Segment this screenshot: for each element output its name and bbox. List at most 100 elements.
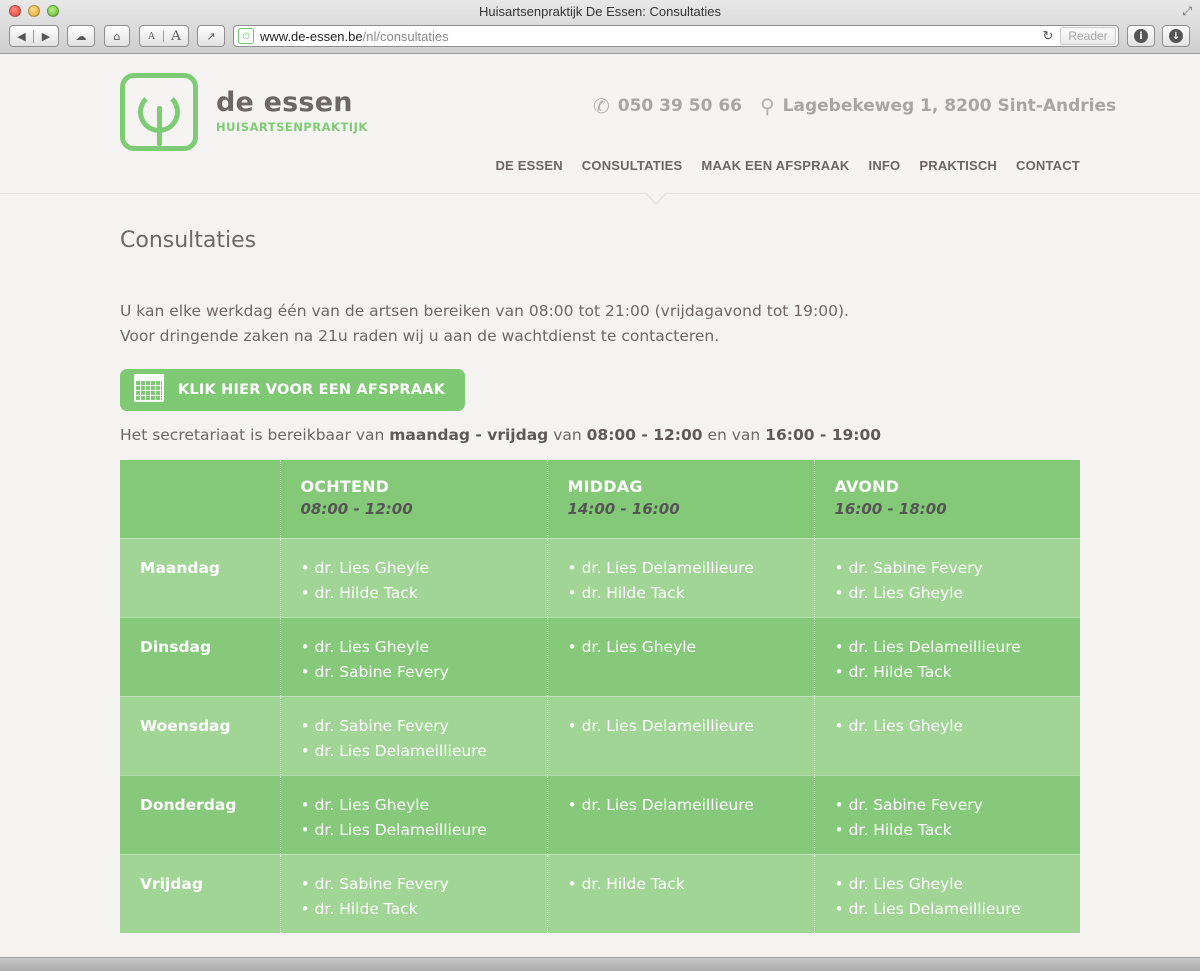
doctor-slot-cell: dr. Lies Gheyledr. Lies Delameillieure — [279, 774, 547, 854]
doctor-slot-cell: dr. Lies Delameillieuredr. Hilde Tack — [546, 537, 814, 617]
schedule-corner-cell — [120, 460, 280, 538]
doctor-name: dr. Lies Gheyle — [301, 635, 527, 660]
table-row: Maandagdr. Lies Gheyledr. Hilde Tackdr. … — [120, 537, 1080, 617]
calendar-icon — [134, 374, 164, 402]
day-name-cell: Donderdag — [120, 774, 280, 854]
nav-de-essen[interactable]: DE ESSEN — [495, 158, 562, 173]
window-title: Huisartsenpraktijk De Essen: Consultatie… — [478, 4, 722, 19]
share-button[interactable]: ↗ — [197, 25, 225, 47]
logo-name: de essen — [216, 87, 353, 118]
doctor-name: dr. Lies Delameillieure — [568, 556, 794, 581]
schedule-body: Maandagdr. Lies Gheyledr. Hilde Tackdr. … — [120, 537, 1080, 933]
doctor-slot-cell: dr. Lies Gheyledr. Lies Delameillieure — [813, 853, 1080, 933]
browser-toolbar: Huisartsenpraktijk De Essen: Consultatie… — [0, 0, 1200, 54]
doctor-slot-cell: dr. Sabine Feverydr. Lies Delameillieure — [279, 695, 547, 775]
slot-name: MIDDAG — [567, 477, 643, 496]
info-button[interactable]: i — [1127, 25, 1155, 47]
doctor-slot-cell: dr. Lies Gheyle — [546, 616, 814, 696]
cloud-icon: ☁ — [75, 29, 87, 43]
text-size-buttons: A A — [139, 25, 189, 47]
site-logo[interactable]: de essen HUISARTSENPRAKTIJK — [120, 73, 368, 151]
text-smaller-button[interactable]: A — [140, 30, 164, 42]
text-larger-button[interactable]: A — [164, 28, 188, 45]
day-name-cell: Vrijdag — [120, 853, 280, 933]
doctor-name: dr. Hilde Tack — [301, 897, 527, 922]
header-address[interactable]: ⚲ Lagebekeweg 1, 8200 Sint-Andries — [760, 94, 1116, 118]
intro-line-1: U kan elke werkdag één van de artsen ber… — [120, 302, 849, 320]
doctor-name: dr. Lies Gheyle — [835, 872, 1061, 897]
main-navigation: DE ESSEN CONSULTATIES MAAK EEN AFSPRAAK … — [495, 158, 1080, 173]
day-name-cell: Dinsdag — [120, 616, 280, 696]
slot-time: 14:00 - 16:00 — [567, 500, 680, 518]
nav-praktisch[interactable]: PRAKTISCH — [919, 158, 997, 173]
share-icon: ↗ — [206, 29, 216, 43]
address-bar[interactable]: ⏻ www.de-essen.be /nl/consultaties ↻ Rea… — [233, 25, 1119, 47]
slot-header-avond: AVOND 16:00 - 18:00 — [813, 460, 1080, 538]
header-phone[interactable]: ✆ 050 39 50 66 — [593, 94, 742, 118]
nav-consultaties[interactable]: CONSULTATIES — [582, 158, 683, 173]
slot-time: 08:00 - 12:00 — [300, 500, 413, 518]
location-pin-icon: ⚲ — [760, 94, 775, 118]
doctor-slot-cell: dr. Lies Delameillieure — [546, 695, 814, 775]
downloads-button[interactable]: ↓ — [1162, 25, 1190, 47]
doctor-name: dr. Lies Delameillieure — [301, 818, 527, 843]
secretariat-days: maandag - vrijdag — [389, 426, 549, 444]
info-icon: i — [1134, 29, 1148, 43]
nav-contact[interactable]: CONTACT — [1016, 158, 1080, 173]
phone-icon: ✆ — [593, 94, 610, 118]
nav-info[interactable]: INFO — [869, 158, 901, 173]
doctor-slot-cell: dr. Lies Delameillieure — [546, 774, 814, 854]
url-path: /nl/consultaties — [362, 28, 449, 44]
home-icon: ⌂ — [113, 29, 121, 43]
table-row: Dinsdagdr. Lies Gheyledr. Sabine Feveryd… — [120, 616, 1080, 696]
doctor-name: dr. Sabine Fevery — [301, 872, 527, 897]
secretariat-hours: Het secretariaat is bereikbaar van maand… — [120, 426, 1080, 444]
doctor-name: dr. Lies Delameillieure — [835, 635, 1061, 660]
back-icon[interactable]: ◀ — [10, 29, 34, 43]
table-row: Woensdagdr. Sabine Feverydr. Lies Delame… — [120, 695, 1080, 775]
nav-maak-een-afspraak[interactable]: MAAK EEN AFSPRAAK — [701, 158, 849, 173]
doctor-name: dr. Sabine Fevery — [835, 556, 1061, 581]
doctor-slot-cell: dr. Lies Gheyledr. Hilde Tack — [279, 537, 547, 617]
doctor-slot-cell: dr. Sabine Feverydr. Lies Gheyle — [813, 537, 1080, 617]
doctor-name: dr. Lies Gheyle — [835, 581, 1061, 606]
doctor-slot-cell: dr. Lies Gheyle — [813, 695, 1080, 775]
address-text: Lagebekeweg 1, 8200 Sint-Andries — [782, 96, 1117, 116]
doctor-name: dr. Hilde Tack — [835, 660, 1061, 685]
page-title: Consultaties — [120, 228, 257, 253]
reader-button[interactable]: Reader — [1060, 27, 1116, 45]
phone-number: 050 39 50 66 — [617, 96, 742, 116]
slot-name: AVOND — [834, 477, 900, 496]
doctor-name: dr. Hilde Tack — [568, 581, 794, 606]
back-forward-buttons: ◀ ▶ — [9, 25, 59, 47]
slot-header-middag: MIDDAG 14:00 - 16:00 — [546, 460, 814, 538]
fullscreen-icon[interactable]: ⤢ — [1182, 4, 1192, 19]
doctor-slot-cell: dr. Lies Gheyledr. Sabine Fevery — [279, 616, 547, 696]
doctor-name: dr. Lies Delameillieure — [568, 714, 794, 739]
make-appointment-button[interactable]: KLIK HIER VOOR EEN AFSPRAAK — [120, 369, 466, 411]
intro-text: U kan elke werkdag één van de artsen ber… — [120, 299, 1080, 349]
schedule-header-row: OCHTEND 08:00 - 12:00 MIDDAG 14:00 - 16:… — [120, 460, 1080, 538]
doctor-name: dr. Lies Gheyle — [835, 714, 1061, 739]
secretariat-prefix: Het secretariaat is bereikbaar van — [120, 426, 390, 444]
doctor-slot-cell: dr. Sabine Feverydr. Hilde Tack — [813, 774, 1080, 854]
doctor-name: dr. Lies Delameillieure — [835, 897, 1061, 922]
doctor-name: dr. Sabine Fevery — [835, 793, 1061, 818]
slot-name: OCHTEND — [300, 477, 390, 496]
home-button[interactable]: ⌂ — [104, 25, 130, 47]
reload-icon[interactable]: ↻ — [1036, 28, 1060, 44]
table-row: Donderdagdr. Lies Gheyledr. Lies Delamei… — [120, 774, 1080, 854]
site-favicon-icon: ⏻ — [238, 28, 254, 44]
logo-mark-icon — [120, 73, 198, 151]
forward-icon[interactable]: ▶ — [34, 30, 58, 43]
intro-line-2: Voor dringende zaken na 21u raden wij u … — [120, 327, 720, 345]
doctor-name: dr. Lies Delameillieure — [568, 793, 794, 818]
secretariat-mid-2: en van — [702, 426, 766, 444]
doctor-name: dr. Lies Delameillieure — [301, 739, 527, 764]
browser-status-bar — [0, 957, 1200, 971]
doctor-name: dr. Sabine Fevery — [301, 714, 527, 739]
site-header: de essen HUISARTSENPRAKTIJK ✆ 050 39 50 … — [0, 54, 1200, 194]
day-name-cell: Maandag — [120, 537, 280, 617]
make-appointment-label: KLIK HIER VOOR EEN AFSPRAAK — [178, 382, 446, 398]
icloud-tabs-button[interactable]: ☁ — [67, 25, 95, 47]
